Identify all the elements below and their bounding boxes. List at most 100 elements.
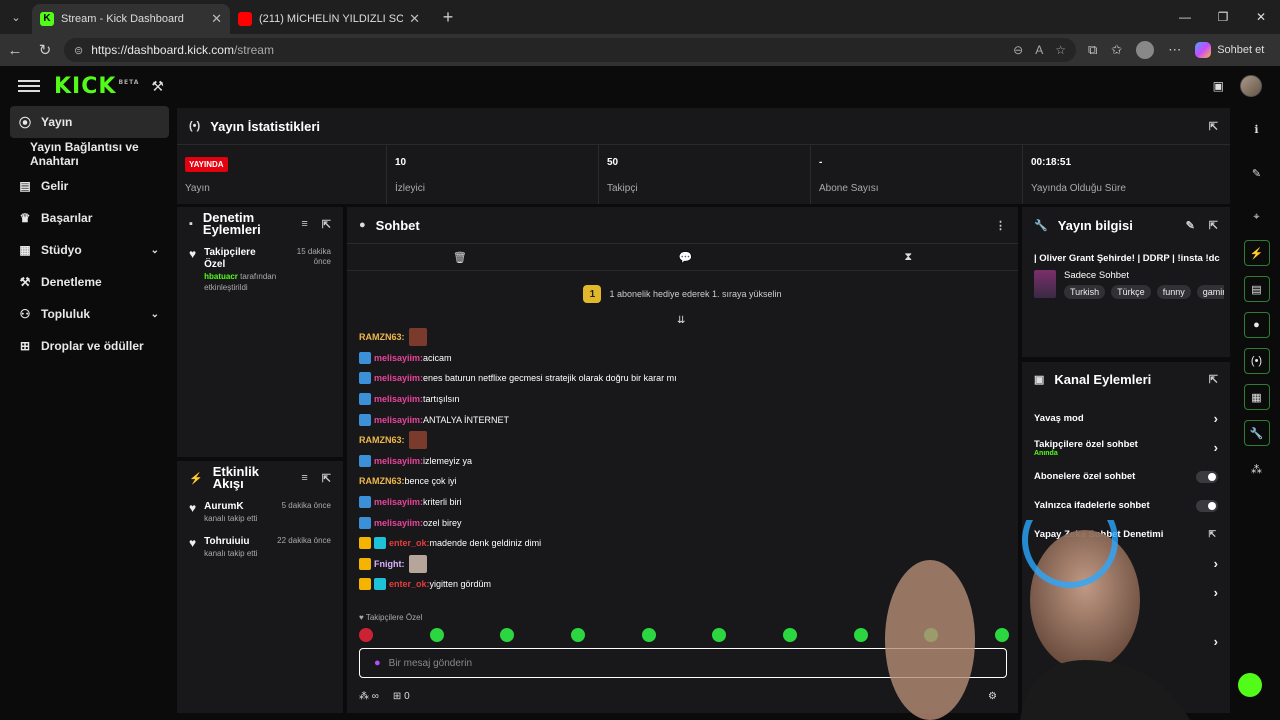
community-icon[interactable]: ⁂ (1244, 456, 1270, 482)
gear-icon[interactable]: ⚙ (988, 691, 997, 702)
sidebar-item-achievements[interactable]: ♛ Başarılar (0, 202, 175, 234)
followers-only-row[interactable]: Takipçilere özel sohbet Anında › (1022, 433, 1230, 462)
sidebar-item-studio[interactable]: ▦ Stüdyo ⌄ (0, 234, 175, 266)
lightning-icon[interactable]: ⚡ (1243, 240, 1270, 266)
creator-mode-icon[interactable]: ▣ (1213, 79, 1224, 93)
emote-only-toggle[interactable] (1196, 499, 1218, 512)
close-tab-icon[interactable]: ✕ (409, 11, 420, 27)
activity-user[interactable]: Tohruiuiu (204, 536, 263, 548)
browser-tab-youtube[interactable]: (211) MİCHELİN YILDIZLI SOKAK LEZZETİ ✕ (230, 4, 428, 34)
edit-pencil-icon[interactable]: ✎ (1244, 160, 1270, 186)
address-bar[interactable]: ⊜ https://dashboard.kick.com/stream ⊖ A … (64, 38, 1076, 62)
maximize-icon[interactable]: ❐ (1204, 0, 1242, 34)
tag[interactable]: gaming (1196, 285, 1224, 299)
subscribers-only-toggle[interactable] (1196, 470, 1218, 483)
sidebar-item-income[interactable]: ▤ Gelir (0, 170, 175, 202)
emote-icon[interactable] (500, 628, 515, 642)
microphone-icon[interactable]: ● (374, 657, 381, 669)
chat-bubble-icon[interactable]: ● (1243, 312, 1270, 338)
zoom-icon[interactable]: ⊖ (1013, 43, 1023, 57)
read-aloud-icon[interactable]: A (1035, 43, 1043, 57)
chat-username[interactable]: melisayiim: (374, 518, 423, 528)
emote-icon[interactable] (641, 628, 656, 642)
new-tab-plus-icon[interactable]: + (436, 7, 460, 28)
hammer-icon[interactable]: ⚒ (151, 78, 164, 95)
chat-username[interactable]: RAMZN63: (359, 476, 405, 486)
extensions-icon[interactable]: ⧉ (1088, 42, 1097, 58)
broadcast-icon[interactable]: (•) (1243, 348, 1270, 374)
tab-list-chevron-icon[interactable]: ⌄ (0, 0, 32, 34)
activity-user[interactable]: AurumK (204, 501, 263, 513)
sidebar-item-community[interactable]: ⚇ Topluluk ⌄ (0, 298, 175, 330)
filter-icon[interactable]: ≡ (301, 218, 307, 231)
chat-username[interactable]: RAMZN63: (359, 435, 405, 445)
gift-icon[interactable]: ⊞ 0 (393, 691, 410, 702)
pause-scroll-icon[interactable]: ⇊ (677, 315, 685, 326)
emote-icon[interactable] (359, 628, 373, 642)
user-avatar[interactable] (1240, 75, 1262, 97)
document-icon[interactable]: ▤ (1243, 276, 1270, 302)
kick-logo[interactable]: KICK BETA (54, 74, 139, 99)
tag[interactable]: funny (1156, 285, 1191, 299)
wrench-icon[interactable]: 🔧 (1243, 420, 1270, 446)
sidebar-item-stream[interactable]: ⦿ Yayın (10, 106, 169, 138)
emote-icon[interactable] (924, 628, 939, 642)
action-user[interactable]: hbatuacr (204, 272, 238, 281)
chat-username[interactable]: melisayiim: (374, 353, 423, 363)
channel-action-row[interactable]: › (1022, 549, 1230, 578)
category-name[interactable]: Sadece Sohbet (1064, 270, 1224, 281)
favorite-star-icon[interactable]: ☆ (1055, 43, 1066, 57)
sidebar-item-drops[interactable]: ⊞ Droplar ve ödüller (0, 330, 175, 362)
profile-avatar[interactable] (1136, 41, 1155, 59)
chat-username[interactable]: melisayiim: (374, 373, 423, 383)
ai-moderation-row[interactable]: Yapay Zeka Sohbet Denetimi ⇱ (1022, 520, 1230, 549)
slow-mode-row[interactable]: Yavaş mod › (1022, 404, 1230, 433)
info-icon[interactable]: ℹ (1244, 116, 1270, 142)
emote-icon[interactable] (429, 628, 444, 642)
popout-icon[interactable]: ⇱ (322, 472, 331, 485)
chat-username[interactable]: melisayiim: (374, 415, 423, 425)
trash-icon[interactable]: 🗑 (453, 251, 467, 264)
filter-icon[interactable]: ≡ (301, 472, 307, 485)
channel-action-row[interactable]: › (1022, 578, 1230, 607)
chat-username[interactable]: melisayiim: (374, 497, 423, 507)
gift-leaderboard-banner[interactable]: 1 1 abonelik hediye ederek 1. sıraya yük… (347, 277, 1018, 311)
chat-username[interactable]: melisayiim: (374, 394, 423, 404)
more-vertical-icon[interactable]: ⋮ (995, 219, 1006, 232)
browser-tab-kick[interactable]: K Stream - Kick Dashboard ✕ (32, 4, 230, 34)
screenshot-icon[interactable]: ⌖ (1244, 204, 1270, 230)
hourglass-icon[interactable]: ⧗ (904, 251, 912, 264)
layout-icon[interactable]: ▦ (1243, 384, 1270, 410)
site-info-icon[interactable]: ⊜ (74, 44, 83, 57)
close-tab-icon[interactable]: ✕ (211, 11, 222, 27)
emote-icon[interactable] (994, 628, 1009, 642)
copilot-button[interactable]: Sohbet et (1195, 42, 1264, 58)
chat-username[interactable]: enter_ok: (389, 538, 430, 548)
popout-icon[interactable]: ⇱ (1209, 120, 1218, 133)
emote-icon[interactable] (570, 628, 585, 642)
emote-icon[interactable] (782, 628, 797, 642)
popout-icon[interactable]: ⇱ (1209, 373, 1218, 386)
chat-username[interactable]: RAMZN63: (359, 332, 405, 342)
channel-points-icon[interactable]: ⁂ ∞ (359, 691, 379, 702)
chat-username[interactable]: Fnight: (374, 559, 405, 569)
chat-username[interactable]: melisayiim: (374, 456, 423, 466)
more-menu-icon[interactable]: ⋯ (1168, 42, 1181, 58)
edit-pencil-icon[interactable]: ✎ (1186, 219, 1195, 232)
tag[interactable]: Türkçe (1111, 285, 1151, 299)
chat-bubble-icon[interactable]: 💬 (679, 251, 693, 264)
chat-username[interactable]: enter_ok: (389, 579, 430, 589)
favorites-icon[interactable]: ✩ (1111, 42, 1122, 58)
refresh-icon[interactable]: ↻ (30, 34, 60, 66)
emote-icon[interactable] (712, 628, 727, 642)
sidebar-item-moderation[interactable]: ⚒ Denetleme (0, 266, 175, 298)
hamburger-menu-icon[interactable] (18, 77, 40, 95)
channel-action-row[interactable]: › (1022, 627, 1230, 656)
close-window-icon[interactable]: ✕ (1242, 0, 1280, 34)
chat-input[interactable]: ● Bir mesaj gönderin (359, 648, 1007, 678)
popout-icon[interactable]: ⇱ (1209, 219, 1218, 232)
popout-icon[interactable]: ⇱ (322, 218, 331, 231)
emote-icon[interactable] (853, 628, 868, 642)
minimize-icon[interactable]: — (1166, 0, 1204, 34)
tag[interactable]: Turkish (1064, 285, 1106, 299)
